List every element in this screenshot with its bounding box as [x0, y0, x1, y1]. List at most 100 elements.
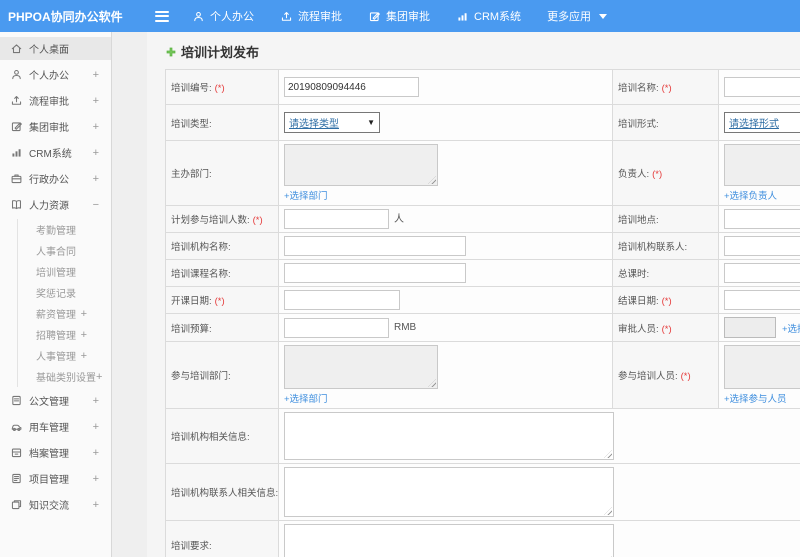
select-value: 请选择类型	[289, 119, 339, 130]
resize-handle[interactable]	[428, 379, 436, 387]
picker-link[interactable]: +选择审批人员	[782, 321, 800, 335]
expand-icon: +	[92, 94, 99, 107]
field-label-cell: 培训要求:	[165, 520, 279, 557]
field-label: 培训地点:	[618, 215, 659, 226]
training-plan-form: 培训编号:(*)培训名称:(*)培训类型:请选择类型▼培训形式:请选择形式▼主办…	[147, 69, 800, 557]
form-row: 培训预算: RMB 审批人员:(*) +选择审批人员	[165, 313, 800, 342]
sidebar-subitem[interactable]: 考勤管理	[18, 219, 111, 240]
field-label-cell: 培训编号: (*)	[165, 69, 279, 105]
text-input[interactable]	[724, 290, 800, 310]
text-input[interactable]	[724, 209, 800, 229]
sidebar-subitem[interactable]: 薪资管理 +	[18, 303, 111, 324]
sidebar-item-label: 人力资源	[29, 201, 69, 212]
picker-link[interactable]: +选择参与人员	[724, 391, 787, 405]
topnav-item[interactable]: CRM系统	[443, 0, 534, 32]
field-cell: RMB	[278, 313, 613, 342]
sidebar-item[interactable]: 档案管理 +	[0, 441, 111, 464]
briefcase-icon	[10, 172, 23, 185]
text-input[interactable]	[284, 263, 466, 283]
text-input[interactable]	[724, 263, 800, 283]
sidebar-submenu: 考勤管理人事合同 培训管理 奖惩记录 薪资管理 + 招聘管理 + 人事管理 + 基础类别设置 +	[17, 219, 111, 387]
textarea-field[interactable]	[284, 144, 438, 186]
resize-handle[interactable]	[428, 176, 436, 184]
sidebar-subitem[interactable]: 奖惩记录	[18, 282, 111, 303]
topnav-item[interactable]: 个人办公	[179, 0, 267, 32]
sidebar-item[interactable]: CRM系统 +	[0, 141, 111, 164]
text-input[interactable]	[284, 209, 389, 229]
sidebar-item[interactable]: 行政办公 +	[0, 167, 111, 190]
field-cell	[718, 205, 800, 233]
sidebar-subitem[interactable]: 招聘管理 +	[18, 324, 111, 345]
field-cell	[278, 408, 800, 464]
topnav-item[interactable]: 更多应用	[534, 0, 620, 32]
hamburger-menu-icon[interactable]	[155, 10, 169, 22]
field-cell: +选择参与人员	[718, 341, 800, 409]
field-label: 总课时:	[618, 269, 650, 280]
sidebar-subitem[interactable]: 人事合同	[18, 240, 111, 261]
field-cell	[718, 69, 800, 105]
field-label-cell: 培训地点:	[612, 205, 719, 233]
sidebar-item[interactable]: 流程审批 +	[0, 89, 111, 112]
textarea-field[interactable]	[284, 524, 614, 557]
sidebar-item-label: 知识交流	[29, 501, 69, 512]
expand-icon: +	[92, 146, 99, 159]
sidebar-subitem-label: 考勤管理	[36, 226, 76, 237]
field-label: 主办部门:	[171, 169, 212, 180]
field-label: 培训预算:	[171, 323, 212, 335]
sidebar-item[interactable]: 用车管理 +	[0, 415, 111, 438]
text-input[interactable]	[284, 236, 466, 256]
resize-handle[interactable]	[604, 450, 612, 458]
picker-link[interactable]: +选择部门	[284, 188, 328, 202]
required-mark: (*)	[252, 215, 263, 226]
select-field[interactable]: 请选择类型 ▼	[284, 112, 380, 133]
chart-icon	[456, 10, 469, 23]
top-nav: 个人办公 流程审批 集团审批 CRM系统 更多应用	[179, 0, 620, 32]
sidebar-subitem[interactable]: 人事管理 +	[18, 345, 111, 366]
field-cell: +选择部门	[278, 140, 613, 206]
text-input[interactable]	[724, 236, 800, 256]
picker-link[interactable]: +选择部门	[284, 391, 328, 405]
field-label-cell: 负责人: (*)	[612, 140, 719, 206]
text-input[interactable]	[724, 77, 800, 97]
resize-handle[interactable]	[604, 507, 612, 515]
sidebar-subitem[interactable]: 基础类别设置 +	[18, 366, 111, 387]
field-suffix: RMB	[394, 322, 417, 334]
field-label: 培训课程名称:	[171, 269, 231, 280]
text-input[interactable]	[284, 290, 400, 310]
sidebar-item[interactable]: 公文管理 +	[0, 389, 111, 412]
topbar: PHPOA协同办公软件 个人办公 流程审批 集团审批 CRM系统 更多应用	[0, 0, 800, 32]
textarea-field[interactable]	[284, 345, 438, 389]
topnav-item[interactable]: 集团审批	[355, 0, 443, 32]
topnav-label: 更多应用	[547, 11, 592, 23]
field-label: 审批人员:	[618, 323, 659, 335]
expand-icon: +	[92, 172, 99, 185]
sidebar-subitem[interactable]: 培训管理	[18, 261, 111, 282]
add-icon	[165, 46, 177, 58]
textarea-field[interactable]	[724, 345, 800, 389]
user-icon	[192, 10, 205, 23]
expand-icon: −	[92, 198, 99, 211]
select-field[interactable]: 请选择形式▼	[724, 112, 800, 133]
sidebar-item[interactable]: 知识交流 +	[0, 493, 111, 516]
picker-link[interactable]: +选择负责人	[724, 188, 777, 202]
sidebar-item-label: 用车管理	[29, 423, 69, 434]
sidebar-item[interactable]: 集团审批 +	[0, 115, 111, 138]
textarea-field[interactable]	[284, 467, 614, 517]
sidebar-item[interactable]: 个人桌面	[0, 37, 111, 60]
topnav-item[interactable]: 流程审批	[267, 0, 355, 32]
picker-field[interactable]	[724, 317, 776, 338]
field-label: 培训机构联系人:	[618, 242, 688, 253]
text-input[interactable]	[284, 317, 389, 338]
text-input[interactable]	[284, 77, 419, 97]
doc-icon	[10, 394, 23, 407]
sidebar-item[interactable]: 个人办公 +	[0, 63, 111, 86]
textarea-field[interactable]	[284, 412, 614, 460]
field-label: 负责人:	[618, 169, 650, 180]
sidebar-item[interactable]: 项目管理 +	[0, 467, 111, 490]
field-cell	[278, 232, 613, 260]
sidebar-subitem-label: 招聘管理	[36, 331, 76, 342]
sidebar-item[interactable]: 人力资源 −	[0, 193, 111, 216]
sidebar: 个人桌面 个人办公 + 流程审批 + 集团审批 + CRM系统 + 行政办公 + 人力资源 − 考勤管理人…	[0, 32, 147, 557]
sidebar-subitem-label: 薪资管理	[36, 310, 76, 321]
textarea-field[interactable]	[724, 144, 800, 186]
